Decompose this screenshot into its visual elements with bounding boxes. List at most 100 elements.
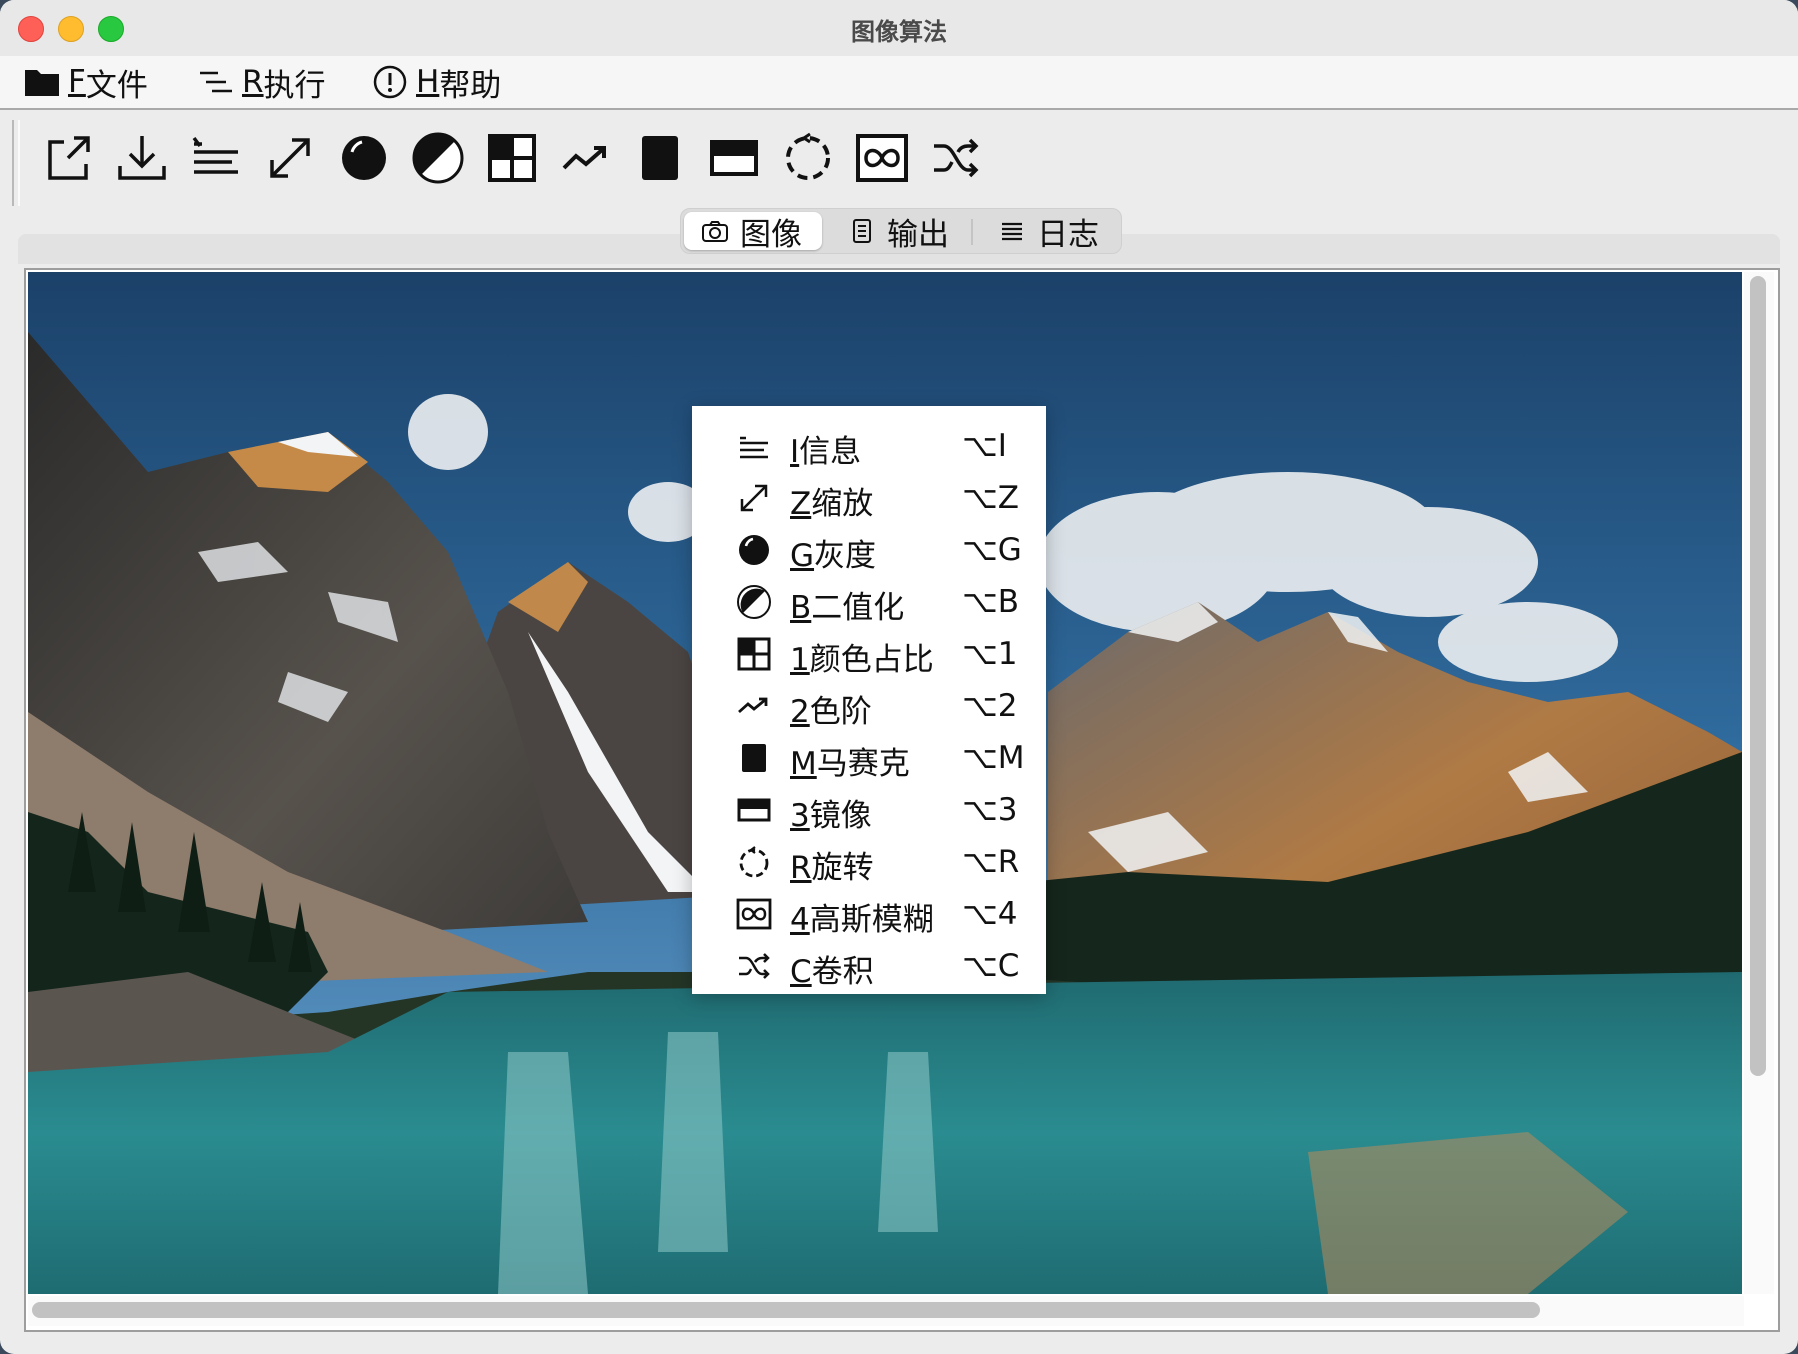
resize-button[interactable]	[262, 130, 318, 186]
color-ratio-button[interactable]	[484, 130, 540, 186]
context-item-shortcut: ⌥M	[962, 740, 1025, 776]
binarize-half-circle-icon	[412, 132, 464, 184]
context-item-convolution[interactable]: C卷积 ⌥C	[692, 938, 1046, 990]
tab-log-label: 日志	[1037, 216, 1099, 253]
context-item-label: 4高斯模糊	[790, 902, 934, 938]
rotate-button[interactable]	[780, 130, 836, 186]
menu-bar: F 文件 R 执行 H 帮助	[0, 56, 1798, 110]
grayscale-circle-icon	[342, 136, 386, 180]
binarize-half-circle-icon	[737, 585, 771, 619]
context-item-label: 2色阶	[790, 694, 872, 730]
context-item-shortcut: ⌥2	[962, 688, 1018, 724]
context-item-label: M马赛克	[790, 746, 910, 782]
context-item-shortcut: ⌥Z	[962, 480, 1019, 516]
app-window: 图像算法 F 文件 R 执行 H 帮助 图像 输出 日志 I信息 ⌥I Z缩放 …	[0, 0, 1798, 1354]
context-item-label: 1颜色占比	[790, 642, 934, 678]
rotate-dashed-circle-icon	[739, 846, 769, 878]
info-list-icon	[740, 436, 768, 459]
document-icon	[853, 219, 871, 243]
context-item-grayscale[interactable]: G灰度 ⌥G	[692, 522, 1046, 574]
convolution-shuffle-icon	[934, 138, 979, 178]
tab-log[interactable]: 日志	[981, 212, 1111, 253]
context-item-color-ratio[interactable]: 1颜色占比 ⌥1	[692, 626, 1046, 678]
toolbar-grip[interactable]	[12, 120, 20, 206]
context-menu: I信息 ⌥I Z缩放 ⌥Z G灰度 ⌥G B二值化 ⌥B 1颜色占比 ⌥1 2色…	[692, 406, 1046, 994]
menu-help-label: 帮助	[439, 67, 502, 104]
context-item-levels[interactable]: 2色阶 ⌥2	[692, 678, 1046, 730]
gaussian-blur-button[interactable]	[854, 130, 910, 186]
mirror-button[interactable]	[706, 130, 762, 186]
context-item-label: B二值化	[790, 590, 905, 626]
menu-run[interactable]: R 执行	[196, 64, 326, 104]
tab-image[interactable]: 图像	[684, 212, 822, 253]
levels-trend-icon	[738, 697, 768, 714]
menu-help[interactable]: H 帮助	[370, 64, 501, 104]
grayscale-circle-icon	[739, 535, 769, 565]
context-item-mirror[interactable]: 3镜像 ⌥3	[692, 782, 1046, 834]
tab-separator	[971, 219, 973, 245]
gaussian-blur-icon	[736, 898, 772, 930]
mirror-rect-icon	[737, 798, 771, 822]
resize-arrows-icon	[270, 138, 310, 178]
convolution-button[interactable]	[928, 130, 984, 186]
context-item-shortcut: ⌥G	[962, 532, 1022, 568]
menu-file[interactable]: F 文件	[22, 64, 148, 104]
download-icon	[118, 136, 166, 180]
grayscale-button[interactable]	[336, 130, 392, 186]
context-item-label: 3镜像	[790, 798, 872, 834]
tab-output[interactable]: 输出	[831, 212, 961, 253]
horizontal-scrollbar-thumb[interactable]	[32, 1302, 1540, 1318]
levels-trend-icon	[562, 146, 606, 170]
context-item-binarize[interactable]: B二值化 ⌥B	[692, 574, 1046, 626]
open-button[interactable]	[40, 130, 96, 186]
context-item-label: C卷积	[790, 954, 874, 990]
mirror-rect-icon	[710, 140, 758, 176]
context-item-shortcut: ⌥B	[962, 584, 1019, 620]
toolbar	[0, 110, 1798, 206]
menu-file-accel: F	[68, 64, 86, 100]
tab-bar: 图像 输出 日志	[680, 208, 1122, 254]
menu-run-label: 执行	[263, 67, 326, 104]
context-item-label: I信息	[790, 434, 862, 470]
menu-file-label: 文件	[85, 67, 148, 104]
color-ratio-grid-icon	[488, 134, 536, 182]
mosaic-button[interactable]	[632, 130, 688, 186]
context-item-rotate[interactable]: R旋转 ⌥R	[692, 834, 1046, 886]
binarize-button[interactable]	[410, 130, 466, 186]
folder-icon	[25, 70, 59, 96]
resize-arrows-icon	[740, 484, 768, 512]
convolution-shuffle-icon	[739, 953, 770, 979]
gaussian-blur-icon	[856, 134, 908, 182]
list-lines-icon	[1002, 222, 1022, 241]
context-item-shortcut: ⌥C	[962, 948, 1020, 984]
context-item-zoom[interactable]: Z缩放 ⌥Z	[692, 470, 1046, 522]
info-button[interactable]	[188, 130, 244, 186]
title-bar: 图像算法	[0, 0, 1798, 57]
open-external-icon	[48, 136, 90, 180]
tab-image-label: 图像	[740, 216, 802, 253]
context-item-gaussian-blur[interactable]: 4高斯模糊 ⌥4	[692, 886, 1046, 938]
menu-run-accel: R	[242, 64, 264, 100]
context-item-shortcut: ⌥3	[962, 792, 1018, 828]
context-item-label: G灰度	[790, 538, 877, 574]
context-item-shortcut: ⌥4	[962, 896, 1018, 932]
window-title: 图像算法	[851, 18, 947, 46]
rotate-dashed-circle-icon	[786, 132, 830, 180]
levels-button[interactable]	[558, 130, 614, 186]
context-item-mosaic[interactable]: M马赛克 ⌥M	[692, 730, 1046, 782]
vertical-scrollbar-thumb[interactable]	[1750, 276, 1766, 1076]
context-item-shortcut: ⌥1	[962, 636, 1018, 672]
context-item-info[interactable]: I信息 ⌥I	[692, 418, 1046, 470]
context-item-shortcut: ⌥R	[962, 844, 1020, 880]
tab-output-label: 输出	[887, 216, 949, 253]
color-ratio-grid-icon	[737, 637, 771, 671]
menu-help-accel: H	[416, 64, 440, 100]
download-button[interactable]	[114, 130, 170, 186]
run-lines-icon	[200, 71, 232, 93]
mosaic-square-icon	[642, 136, 678, 180]
info-list-icon	[192, 136, 238, 174]
camera-icon	[702, 221, 728, 242]
help-circle-icon	[373, 65, 407, 99]
context-item-label: R旋转	[790, 850, 874, 886]
context-item-shortcut: ⌥I	[962, 428, 1007, 464]
